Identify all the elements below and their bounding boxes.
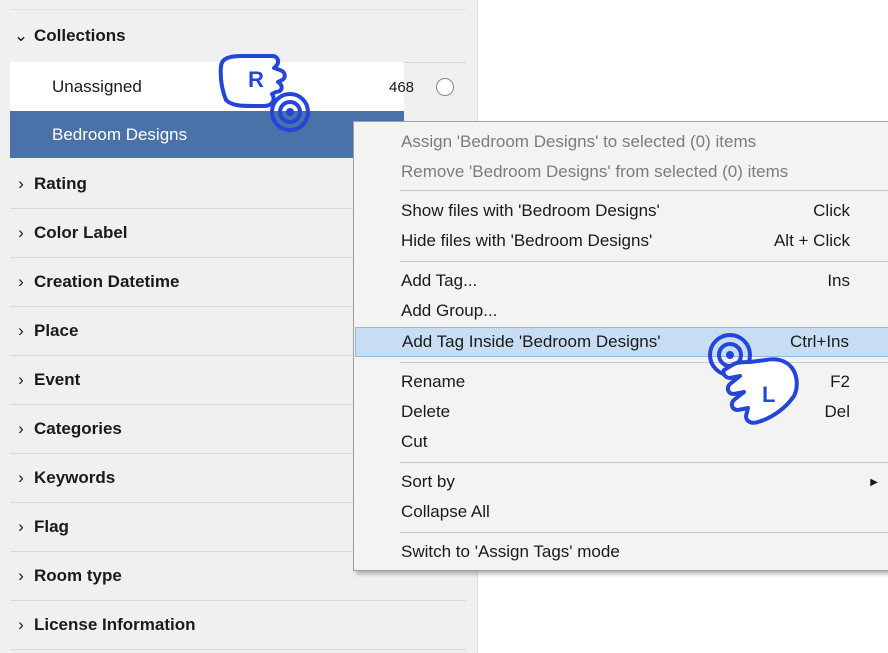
section-label: Creation Datetime	[34, 272, 180, 291]
right-click-hand-icon: R	[218, 54, 310, 132]
menu-item-hide-files[interactable]: Hide files with 'Bedroom Designs' Alt + …	[355, 226, 888, 256]
menu-separator	[400, 190, 888, 191]
section-label: Categories	[34, 419, 122, 438]
collection-count: 468	[389, 78, 415, 96]
section-label: Collections	[34, 26, 126, 45]
menu-item-show-files[interactable]: Show files with 'Bedroom Designs' Click	[355, 196, 888, 226]
collection-unassigned[interactable]: Unassigned 468	[10, 62, 454, 112]
menu-item-assign[interactable]: Assign 'Bedroom Designs' to selected (0)…	[355, 127, 888, 157]
collection-label: Unassigned	[52, 77, 142, 96]
section-label: License Information	[34, 615, 196, 634]
menu-item-collapse-all[interactable]: Collapse All	[355, 497, 888, 527]
chevron-right-icon: ›	[18, 321, 24, 340]
menu-separator	[400, 462, 888, 463]
menu-separator	[400, 362, 888, 363]
chevron-right-icon: ›	[18, 272, 24, 291]
section-label: Room type	[34, 566, 122, 585]
chevron-right-icon: ›	[18, 517, 24, 536]
left-click-letter: L	[762, 382, 775, 407]
section-label: Event	[34, 370, 81, 389]
menu-separator	[400, 532, 888, 533]
chevron-right-icon: ›	[18, 566, 24, 585]
collection-label: Bedroom Designs	[52, 124, 188, 144]
section-license-information[interactable]: › License Information	[10, 601, 466, 650]
menu-item-sort-by[interactable]: Sort by ▶	[355, 467, 888, 497]
chevron-right-icon: ›	[18, 419, 24, 438]
left-click-hand-icon: L	[708, 333, 799, 425]
chevron-down-icon: ⌄	[13, 26, 29, 45]
submenu-arrow-icon: ▶	[870, 476, 878, 488]
radio-button[interactable]	[436, 78, 454, 96]
menu-item-add-tag[interactable]: Add Tag... Ins	[355, 266, 888, 296]
section-label: Keywords	[34, 468, 116, 487]
section-label: Place	[34, 321, 79, 340]
section-label: Color Label	[34, 223, 128, 242]
shortcut-label: F2	[830, 372, 850, 391]
menu-separator	[400, 261, 888, 262]
shortcut-label: Click	[813, 201, 850, 220]
chevron-right-icon: ›	[18, 615, 24, 634]
shortcut-label: Del	[824, 402, 850, 421]
chevron-right-icon: ›	[18, 370, 24, 389]
menu-item-add-group[interactable]: Add Group...	[355, 296, 888, 326]
menu-item-switch-mode[interactable]: Switch to 'Assign Tags' mode	[355, 537, 888, 567]
shortcut-label: Alt + Click	[773, 231, 850, 250]
chevron-right-icon: ›	[18, 174, 24, 193]
right-click-letter: R	[248, 67, 264, 92]
shortcut-label: Ins	[827, 271, 850, 290]
menu-item-remove[interactable]: Remove 'Bedroom Designs' from selected (…	[355, 157, 888, 187]
collection-bedroom-designs[interactable]: Bedroom Designs	[10, 111, 404, 158]
chevron-right-icon: ›	[18, 468, 24, 487]
section-label: Flag	[34, 517, 69, 536]
section-label: Rating	[34, 174, 87, 193]
chevron-right-icon: ›	[18, 223, 24, 242]
